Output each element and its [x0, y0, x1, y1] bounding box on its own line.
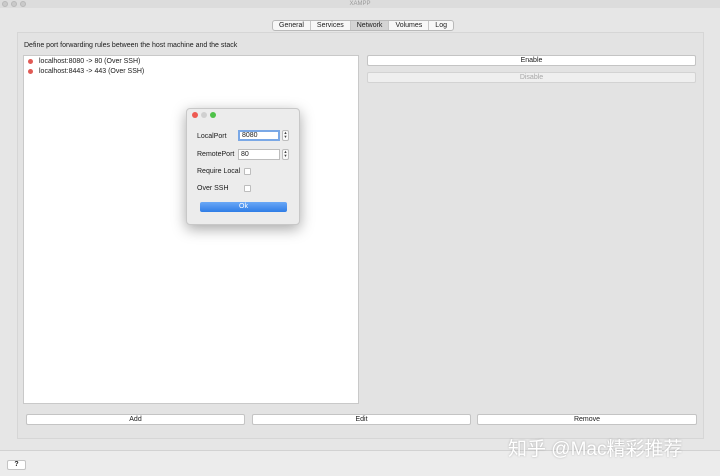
tab-services[interactable]: Services — [311, 21, 351, 30]
dialog-minimize-button[interactable] — [201, 112, 207, 118]
help-button[interactable]: ? — [7, 460, 26, 470]
require-local-label: Require Local — [197, 168, 241, 175]
remote-port-stepper[interactable]: ▲ ▼ — [282, 149, 289, 160]
tab-network[interactable]: Network — [350, 21, 390, 30]
window-titlebar: XAMPP — [0, 0, 720, 8]
rule-label: localhost:8080 -> 80 (Over SSH) — [39, 57, 141, 65]
tab-log[interactable]: Log — [429, 21, 453, 30]
remote-port-label: RemotePort — [197, 151, 235, 158]
dialog-close-button[interactable] — [192, 112, 198, 118]
disable-button[interactable]: Disable — [367, 72, 696, 83]
remove-button[interactable]: Remove — [477, 414, 697, 425]
ok-button[interactable]: Ok — [200, 202, 287, 212]
add-button[interactable]: Add — [26, 414, 245, 425]
status-dot-icon — [28, 58, 33, 64]
edit-button[interactable]: Edit — [252, 414, 471, 425]
tab-bar: General Services Network Volumes Log — [272, 20, 454, 31]
rule-label: localhost:8443 -> 443 (Over SSH) — [39, 67, 145, 75]
port-forward-dialog: LocalPort 8080 ▲ ▼ RemotePort 80 ▲ ▼ Requi… — [186, 108, 300, 225]
tab-general[interactable]: General — [273, 21, 311, 30]
local-port-label: LocalPort — [197, 133, 227, 140]
over-ssh-checkbox[interactable] — [244, 185, 251, 192]
list-item[interactable]: localhost:8443 -> 443 (Over SSH) — [24, 66, 358, 76]
require-local-checkbox[interactable] — [244, 168, 251, 175]
watermark-text: 知乎 @Mac精彩推荐 — [508, 439, 683, 460]
dialog-window-controls — [192, 112, 216, 118]
remote-port-field[interactable]: 80 — [238, 149, 280, 160]
network-description: Define port forwarding rules between the… — [24, 42, 238, 49]
dialog-titlebar — [187, 109, 299, 121]
over-ssh-label: Over SSH — [197, 185, 229, 192]
status-dot-icon — [28, 68, 33, 74]
local-port-field[interactable]: 8080 — [238, 130, 280, 141]
tab-volumes[interactable]: Volumes — [389, 21, 430, 30]
list-item[interactable]: localhost:8080 -> 80 (Over SSH) — [24, 56, 358, 66]
dialog-zoom-button[interactable] — [210, 112, 216, 118]
local-port-stepper[interactable]: ▲ ▼ — [282, 130, 289, 141]
enable-button[interactable]: Enable — [367, 55, 696, 66]
window-title: XAMPP — [349, 1, 371, 7]
